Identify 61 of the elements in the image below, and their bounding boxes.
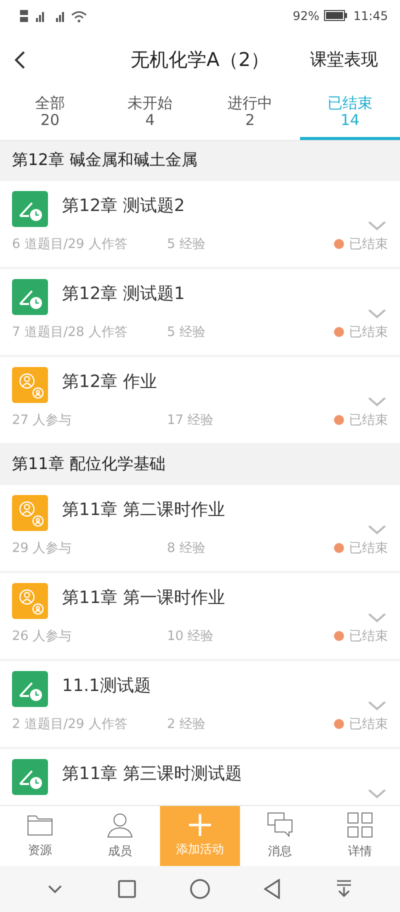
nav-tab[interactable]: 成员 [80, 806, 160, 866]
quiz-icon [12, 758, 48, 795]
group-icon [12, 582, 48, 619]
quiz-icon [12, 190, 48, 227]
filter-tab[interactable]: 未开始 4 [100, 88, 200, 140]
plus-icon [189, 814, 211, 836]
nav-tab[interactable]: 消息 [240, 806, 320, 866]
chevron-down-icon[interactable] [368, 524, 386, 535]
experience-points: 5 经验 [167, 324, 206, 341]
chevron-down-icon[interactable] [368, 308, 386, 319]
page-title: 无机化学A（2） [130, 48, 270, 73]
experience-points: 2 经验 [167, 716, 206, 733]
chevron-down-icon[interactable] [368, 396, 386, 407]
battery-percent: 92% [292, 8, 320, 23]
activity-title[interactable]: 第12章 测试题1 [62, 278, 388, 309]
hide-keyboard-icon[interactable] [47, 884, 64, 894]
experience-points: 10 经验 [167, 628, 214, 645]
chevron-down-icon[interactable] [368, 700, 386, 711]
quiz-icon [12, 670, 48, 707]
folder-icon [27, 813, 53, 838]
chevron-down-icon[interactable] [368, 612, 386, 623]
status-label: 已结束 [349, 324, 388, 341]
status-label: 已结束 [349, 716, 388, 733]
chat-icon [267, 812, 293, 838]
nav-tab[interactable]: 资源 [0, 806, 80, 866]
activity-stats: 29 人参与 [12, 540, 73, 557]
status-label: 已结束 [349, 628, 388, 645]
experience-points: 8 经验 [167, 540, 206, 557]
person-icon [107, 812, 133, 838]
nav-tab[interactable]: 详情 [320, 806, 400, 866]
status-label: 已结束 [349, 412, 388, 429]
class-performance-link[interactable]: 课堂表现 [310, 48, 378, 72]
activity-stats: 27 人参与 [12, 412, 73, 429]
group-icon [12, 366, 48, 403]
back-nav-icon[interactable] [264, 879, 280, 900]
battery-icon [324, 10, 348, 22]
back-icon[interactable] [14, 50, 26, 70]
activity-stats: 6 道题目/29 人作答 [12, 236, 128, 253]
filter-tab[interactable]: 全部 20 [0, 88, 100, 140]
status-label: 已结束 [349, 540, 388, 557]
filter-tab[interactable]: 进行中 2 [200, 88, 300, 140]
notification-shade-icon[interactable] [334, 880, 353, 898]
group-icon [12, 494, 48, 531]
activity-title[interactable]: 11.1测试题 [62, 670, 388, 701]
status-label: 已结束 [349, 236, 388, 253]
chevron-down-icon[interactable] [368, 788, 386, 799]
home-icon[interactable] [190, 879, 210, 900]
experience-points: 17 经验 [167, 412, 214, 429]
activity-stats: 2 道题目/29 人作答 [12, 716, 128, 733]
quiz-icon [12, 278, 48, 315]
chevron-down-icon[interactable] [368, 220, 386, 231]
recents-icon[interactable] [118, 880, 136, 898]
activity-title[interactable]: 第11章 第二课时作业 [62, 494, 388, 525]
experience-points: 5 经验 [167, 236, 206, 253]
activity-title[interactable]: 第12章 作业 [62, 366, 388, 397]
activity-stats: 26 人参与 [12, 628, 73, 645]
activity-title[interactable]: 第11章 第一课时作业 [62, 582, 388, 613]
activity-stats: 7 道题目/28 人作答 [12, 324, 128, 341]
clock: 11:45 [353, 8, 388, 23]
grid-icon [347, 812, 373, 838]
activity-title[interactable]: 第12章 测试题2 [62, 190, 388, 221]
